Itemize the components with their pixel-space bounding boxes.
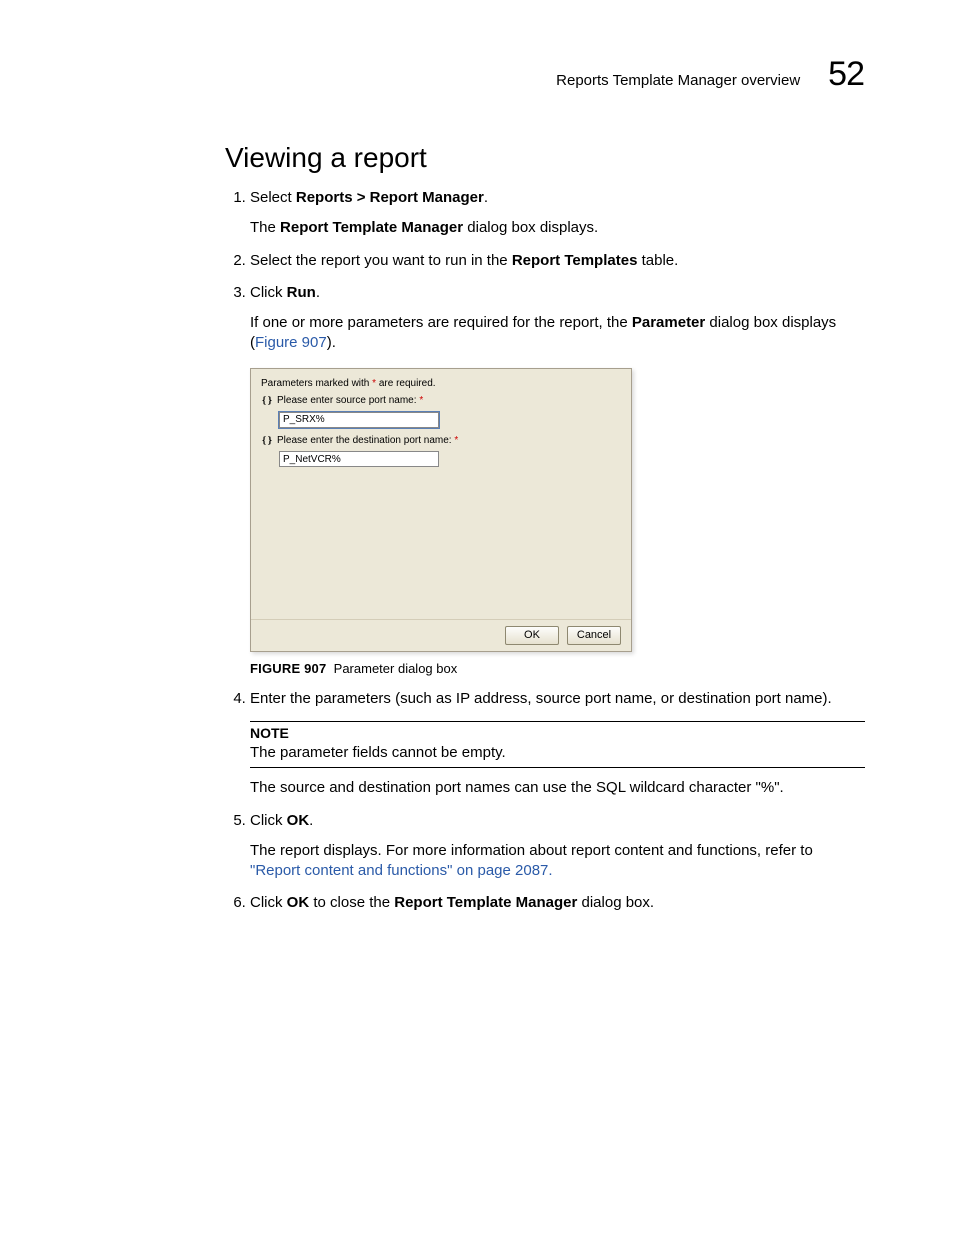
- parameter-dialog: Parameters marked with * are required. ❴…: [250, 368, 632, 652]
- dialog-name: Report Template Manager: [280, 219, 463, 236]
- asterisk-icon: *: [454, 435, 458, 446]
- ok-button[interactable]: OK: [505, 626, 559, 645]
- button-name: Run: [287, 284, 316, 301]
- step-text: .: [316, 284, 320, 301]
- step-text: dialog box displays.: [463, 219, 598, 236]
- asterisk-icon: *: [419, 395, 423, 406]
- menu-path: Reports > Report Manager: [296, 189, 484, 206]
- section-title: Reports Template Manager overview: [556, 72, 800, 89]
- button-name: OK: [287, 812, 310, 829]
- step-text: Select the report you want to run in the: [250, 252, 512, 269]
- text: Please enter the destination port name:: [277, 435, 454, 446]
- step-body: The report displays. For more informatio…: [250, 841, 864, 882]
- step-text: ).: [327, 334, 336, 351]
- step-2: Select the report you want to run in the…: [250, 251, 864, 271]
- step-text: The: [250, 219, 280, 236]
- destination-port-input[interactable]: [279, 451, 439, 467]
- param-label: Please enter the destination port name: …: [277, 434, 458, 448]
- step-3: Click Run. If one or more parameters are…: [250, 283, 864, 677]
- param-label: Please enter source port name: *: [277, 394, 423, 408]
- note-block: NOTE The parameter fields cannot be empt…: [250, 721, 865, 768]
- page-title: Viewing a report: [225, 142, 864, 174]
- step-text: The source and destination port names ca…: [250, 778, 864, 798]
- step-text: Select: [250, 189, 296, 206]
- param-row-2: ❴❵ Please enter the destination port nam…: [261, 434, 621, 448]
- table-name: Report Templates: [512, 252, 638, 269]
- page-number: 52: [828, 55, 864, 94]
- braces-icon: ❴❵: [261, 434, 273, 448]
- required-message: Parameters marked with * are required.: [261, 377, 621, 391]
- cross-reference-link[interactable]: "Report content and functions": [250, 862, 452, 879]
- figure-caption-text: Parameter dialog box: [334, 661, 458, 676]
- cross-reference-link[interactable]: on page 2087.: [452, 862, 552, 879]
- dialog-body: Parameters marked with * are required. ❴…: [251, 369, 631, 620]
- figure-caption: FIGURE 907 Parameter dialog box: [250, 660, 864, 678]
- text: are required.: [376, 378, 435, 389]
- step-text: The report displays. For more informatio…: [250, 842, 813, 859]
- step-body: If one or more parameters are required f…: [250, 313, 864, 677]
- page: Reports Template Manager overview 52 Vie…: [0, 0, 954, 1235]
- step-text: If one or more parameters are required f…: [250, 314, 632, 331]
- step-text: Click: [250, 284, 287, 301]
- step-1: Select Reports > Report Manager. The Rep…: [250, 188, 864, 239]
- step-body: NOTE The parameter fields cannot be empt…: [250, 721, 864, 798]
- figure-907: Parameters marked with * are required. ❴…: [250, 368, 864, 678]
- braces-icon: ❴❵: [261, 394, 273, 408]
- button-name: OK: [287, 894, 310, 911]
- step-5: Click OK. The report displays. For more …: [250, 811, 864, 882]
- note-text: The parameter fields cannot be empty.: [250, 743, 865, 763]
- step-text: dialog box.: [577, 894, 654, 911]
- step-body: The Report Template Manager dialog box d…: [250, 218, 864, 238]
- text: Parameters marked with: [261, 378, 372, 389]
- cancel-button[interactable]: Cancel: [567, 626, 621, 645]
- note-title: NOTE: [250, 724, 865, 743]
- steps-list: Select Reports > Report Manager. The Rep…: [225, 188, 864, 914]
- dialog-name: Parameter: [632, 314, 705, 331]
- dialog-footer: OK Cancel: [251, 620, 631, 651]
- figure-link[interactable]: Figure 907: [255, 334, 327, 351]
- param-row-1: ❴❵ Please enter source port name: *: [261, 394, 621, 408]
- step-6: Click OK to close the Report Template Ma…: [250, 893, 864, 913]
- step-text: .: [309, 812, 313, 829]
- text: Please enter source port name:: [277, 395, 419, 406]
- step-text: to close the: [309, 894, 394, 911]
- dialog-name: Report Template Manager: [394, 894, 577, 911]
- page-header: Reports Template Manager overview 52: [120, 55, 864, 94]
- step-text: table.: [637, 252, 678, 269]
- step-text: .: [484, 189, 488, 206]
- step-text: Click: [250, 894, 287, 911]
- step-text: Enter the parameters (such as IP address…: [250, 690, 832, 707]
- source-port-input[interactable]: [279, 412, 439, 428]
- figure-label: FIGURE 907: [250, 661, 326, 676]
- step-text: Click: [250, 812, 287, 829]
- step-4: Enter the parameters (such as IP address…: [250, 689, 864, 799]
